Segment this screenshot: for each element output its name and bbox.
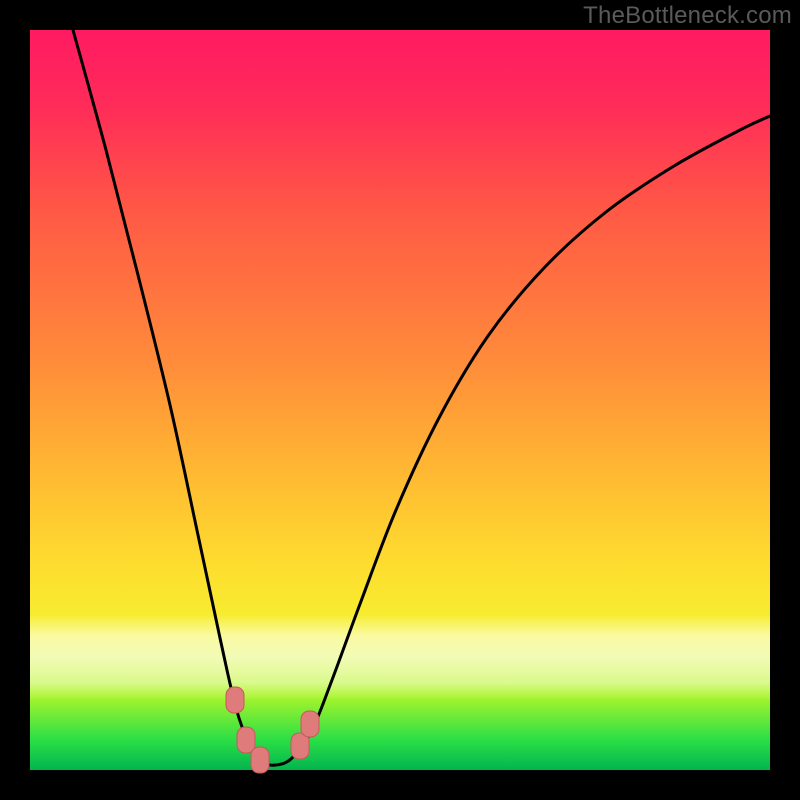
curve-marker xyxy=(226,687,244,713)
marker-group xyxy=(226,687,319,773)
curve-marker xyxy=(251,747,269,773)
curve-marker xyxy=(301,711,319,737)
curve-marker xyxy=(237,727,255,753)
chart-overlay xyxy=(0,0,800,800)
bottleneck-curve xyxy=(73,30,770,765)
